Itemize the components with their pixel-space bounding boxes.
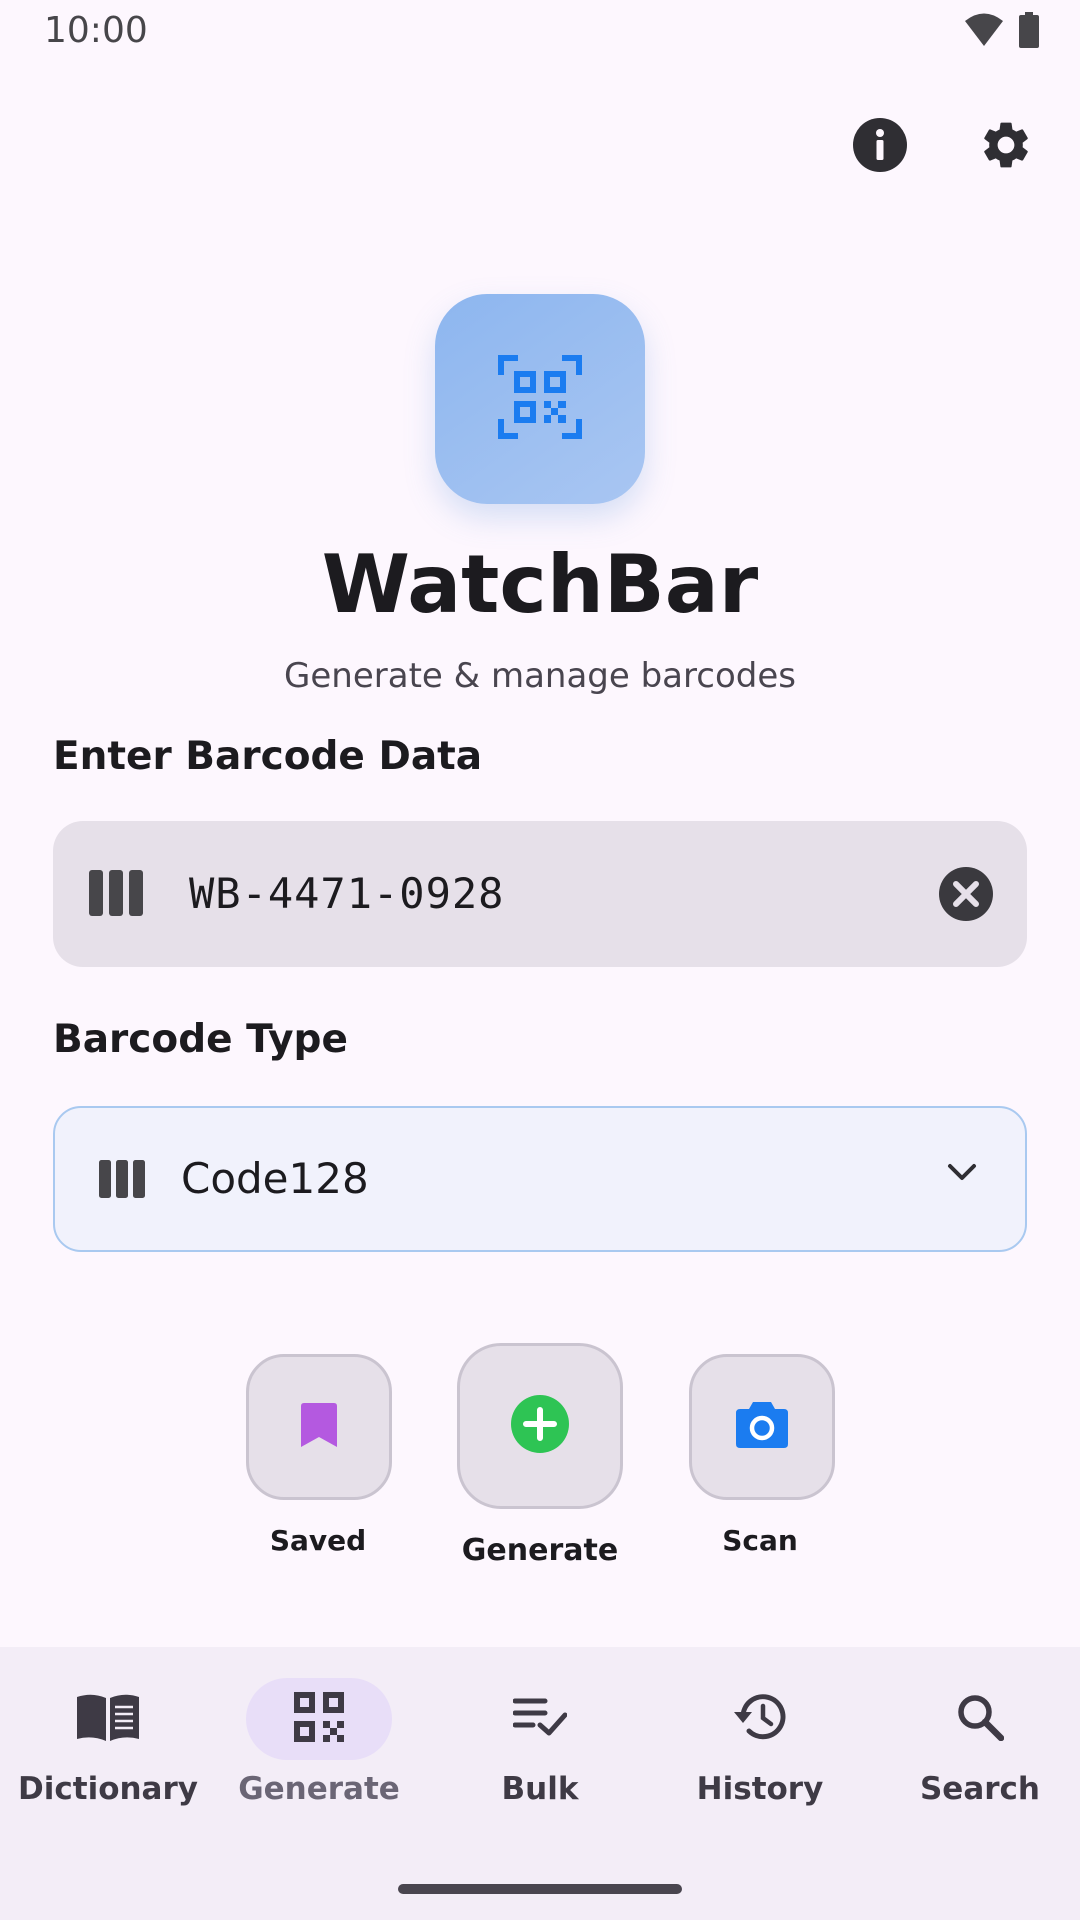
nav-label-bulk: Bulk (501, 1771, 579, 1807)
generate-label: Generate (461, 1533, 619, 1568)
info-button[interactable] (850, 117, 910, 177)
app-subtitle: Generate & manage barcodes (284, 656, 796, 696)
barcode-icon (99, 1160, 145, 1203)
qr-code-icon (294, 1691, 344, 1747)
status-icons (964, 12, 1040, 53)
nav-item-dictionary[interactable]: Dictionary (0, 1647, 216, 1847)
barcode-data-label: Enter Barcode Data (53, 734, 483, 779)
qr-scan-icon (498, 354, 582, 444)
nav-item-search[interactable]: Search (872, 1647, 1080, 1847)
nav-label-generate: Generate (238, 1771, 400, 1807)
search-icon (956, 1693, 1005, 1746)
clear-icon[interactable] (937, 865, 995, 923)
gear-icon (978, 117, 1034, 178)
wifi-icon (964, 12, 1004, 53)
barcode-data-input[interactable]: WB-4471-0928 (53, 821, 1027, 967)
app-title: WatchBar (321, 538, 759, 631)
nav-icon-container (35, 1678, 181, 1760)
camera-icon (736, 1401, 788, 1453)
playlist-check-icon (512, 1697, 568, 1742)
barcode-icon (89, 870, 143, 921)
home-indicator[interactable] (398, 1884, 682, 1894)
screen: 10:00 WatchBar Generate & manage barcode… (0, 0, 1080, 1920)
nav-icon-container (467, 1678, 613, 1760)
battery-icon (1018, 12, 1040, 53)
bookmark-icon (301, 1402, 337, 1452)
nav-item-generate[interactable]: Generate (211, 1647, 427, 1847)
scan-label: Scan (722, 1524, 798, 1557)
nav-icon-container (246, 1678, 392, 1760)
info-icon (852, 117, 908, 178)
scan-button[interactable] (689, 1354, 835, 1500)
nav-label-history: History (696, 1771, 824, 1807)
nav-item-bulk[interactable]: Bulk (432, 1647, 648, 1847)
barcode-data-value[interactable]: WB-4471-0928 (189, 869, 504, 918)
saved-label: Saved (269, 1524, 367, 1557)
app-logo (435, 294, 645, 504)
nav-label-search: Search (919, 1771, 1040, 1807)
nav-icon-container (907, 1678, 1053, 1760)
barcode-type-selected: Code128 (181, 1154, 369, 1203)
generate-button[interactable] (457, 1343, 623, 1509)
add-circle-icon (510, 1394, 570, 1459)
nav-label-dictionary: Dictionary (18, 1771, 198, 1807)
status-bar: 10:00 (0, 0, 1080, 64)
saved-button[interactable] (246, 1354, 392, 1500)
nav-item-history[interactable]: History (652, 1647, 868, 1847)
barcode-type-dropdown[interactable]: Code128 (53, 1106, 1027, 1252)
chevron-down-icon (947, 1162, 977, 1187)
nav-icon-container (687, 1678, 833, 1760)
status-time: 10:00 (44, 10, 148, 51)
history-icon (733, 1692, 787, 1747)
book-icon (77, 1693, 139, 1746)
settings-button[interactable] (976, 117, 1036, 177)
barcode-type-label: Barcode Type (53, 1017, 348, 1062)
bottom-nav: Dictionary Generate Bulk History Search (0, 1647, 1080, 1920)
